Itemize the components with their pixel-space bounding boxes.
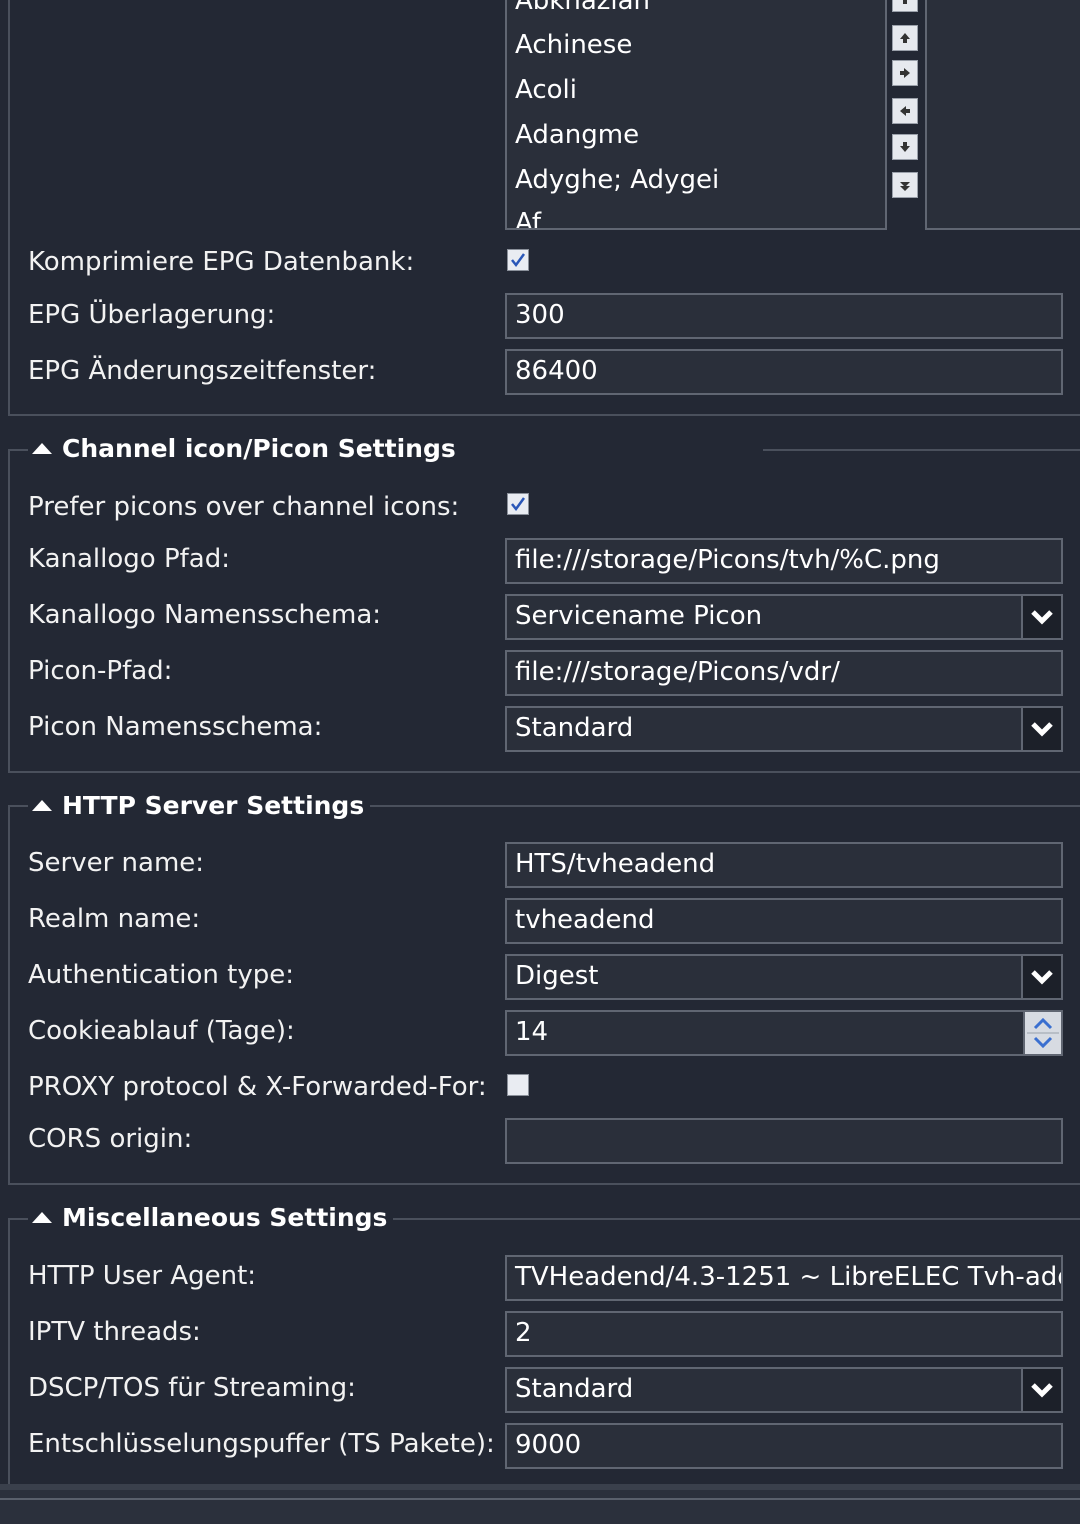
dscp-tos-select[interactable]: Standard xyxy=(505,1367,1063,1413)
bottom-divider xyxy=(0,1498,1080,1500)
auth-type-label: Authentication type: xyxy=(28,960,294,990)
channel-logo-scheme-label: Kanallogo Namensschema: xyxy=(28,600,382,630)
compress-epg-label: Komprimiere EPG Datenbank: xyxy=(28,247,415,277)
misc-legend[interactable]: Miscellaneous Settings xyxy=(28,1203,394,1232)
realm-name-input[interactable]: tvheadend xyxy=(505,898,1063,944)
collapse-icon xyxy=(32,1212,52,1223)
cors-origin-input[interactable] xyxy=(505,1118,1063,1164)
chevron-down-icon xyxy=(1031,970,1053,985)
chevron-down-icon xyxy=(1031,722,1053,737)
descramble-buffer-input[interactable]: 9000 xyxy=(505,1423,1063,1469)
channel-logo-scheme-select[interactable]: Servicename Picon xyxy=(505,594,1063,640)
auth-type-value: Digest xyxy=(515,961,599,991)
dropdown-button[interactable] xyxy=(1021,708,1061,750)
user-agent-label: HTTP User Agent: xyxy=(28,1261,257,1291)
prefer-picons-checkbox[interactable] xyxy=(507,493,529,515)
picon-scheme-label: Picon Namensschema: xyxy=(28,712,323,742)
picon-scheme-select[interactable]: Standard xyxy=(505,706,1063,752)
dropdown-button[interactable] xyxy=(1021,956,1061,998)
cookie-expiry-stepper[interactable]: 14 xyxy=(505,1010,1063,1056)
add-right-button[interactable] xyxy=(892,60,918,86)
channel-logo-path-label: Kanallogo Pfad: xyxy=(28,544,230,574)
channel-logo-scheme-value: Servicename Picon xyxy=(515,601,763,631)
http-legend-title: HTTP Server Settings xyxy=(62,791,365,820)
available-languages-list[interactable]: Abkhazian Achinese Acoli Adangme Adyghe;… xyxy=(505,0,887,230)
selected-languages-list[interactable] xyxy=(925,0,1080,230)
arrow-down-icon xyxy=(900,142,910,152)
misc-legend-title: Miscellaneous Settings xyxy=(62,1203,388,1232)
dropdown-button[interactable] xyxy=(1021,1369,1061,1411)
arrow-up-icon xyxy=(900,33,910,43)
iptv-threads-label: IPTV threads: xyxy=(28,1317,201,1347)
picon-legend[interactable]: Channel icon/Picon Settings xyxy=(28,434,462,463)
proxy-protocol-checkbox[interactable] xyxy=(507,1074,529,1096)
cookie-expiry-label: Cookieablauf (Tage): xyxy=(28,1016,295,1046)
move-down-button[interactable] xyxy=(892,134,918,160)
realm-name-label: Realm name: xyxy=(28,904,201,934)
list-item[interactable]: Adangme xyxy=(515,120,639,150)
list-item[interactable]: Af xyxy=(515,208,541,228)
http-legend[interactable]: HTTP Server Settings xyxy=(28,791,371,820)
picon-path-input[interactable]: file:///storage/Picons/vdr/ xyxy=(505,650,1063,696)
epg-overlap-input[interactable]: 300 xyxy=(505,293,1063,339)
picon-scheme-value: Standard xyxy=(515,713,634,743)
channel-logo-path-input[interactable]: file:///storage/Picons/tvh/%C.png xyxy=(505,538,1063,584)
iptv-threads-input[interactable]: 2 xyxy=(505,1311,1063,1357)
cookie-expiry-value: 14 xyxy=(515,1017,549,1047)
collapse-icon xyxy=(32,800,52,811)
proxy-protocol-label: PROXY protocol & X-Forwarded-For: xyxy=(28,1072,487,1102)
epg-window-input[interactable]: 86400 xyxy=(505,349,1063,395)
move-up-button[interactable] xyxy=(892,25,918,51)
collapse-icon xyxy=(32,443,52,454)
picon-legend-title: Channel icon/Picon Settings xyxy=(62,434,456,463)
move-top-button[interactable] xyxy=(892,0,918,12)
user-agent-input[interactable]: TVHeadend/4.3-1251 ~ LibreELEC Tvh-addc xyxy=(505,1255,1063,1301)
server-name-label: Server name: xyxy=(28,848,205,878)
bottom-toolbar xyxy=(0,1484,1080,1524)
spinner-buttons[interactable] xyxy=(1023,1012,1061,1054)
checkmark-icon xyxy=(511,497,526,512)
descramble-buffer-label: Entschlüsselungspuffer (TS Pakete): xyxy=(28,1429,495,1459)
list-item[interactable]: Achinese xyxy=(515,30,632,60)
spinner-arrows-icon xyxy=(1027,1017,1059,1049)
list-item[interactable]: Abkhazian xyxy=(515,0,650,16)
dscp-tos-value: Standard xyxy=(515,1374,634,1404)
list-item[interactable]: Adyghe; Adygei xyxy=(515,165,719,195)
arrow-bottom-icon xyxy=(900,182,910,191)
arrow-left-icon xyxy=(900,106,910,116)
prefer-picons-label: Prefer picons over channel icons: xyxy=(28,492,460,522)
chevron-down-icon xyxy=(1031,610,1053,625)
list-item[interactable]: Acoli xyxy=(515,75,577,105)
epg-overlap-label: EPG Überlagerung: xyxy=(28,300,276,330)
arrow-top-icon xyxy=(900,0,910,4)
cors-origin-label: CORS origin: xyxy=(28,1124,193,1154)
auth-type-select[interactable]: Digest xyxy=(505,954,1063,1000)
chevron-down-icon xyxy=(1031,1383,1053,1398)
picon-path-label: Picon-Pfad: xyxy=(28,656,173,686)
epg-window-label: EPG Änderungszeitfenster: xyxy=(28,356,377,386)
move-bottom-button[interactable] xyxy=(892,172,918,198)
dscp-tos-label: DSCP/TOS für Streaming: xyxy=(28,1373,356,1403)
remove-left-button[interactable] xyxy=(892,98,918,124)
arrow-right-icon xyxy=(900,68,910,78)
compress-epg-checkbox[interactable] xyxy=(507,249,529,271)
dropdown-button[interactable] xyxy=(1021,596,1061,638)
checkmark-icon xyxy=(511,253,526,268)
server-name-input[interactable]: HTS/tvheadend xyxy=(505,842,1063,888)
